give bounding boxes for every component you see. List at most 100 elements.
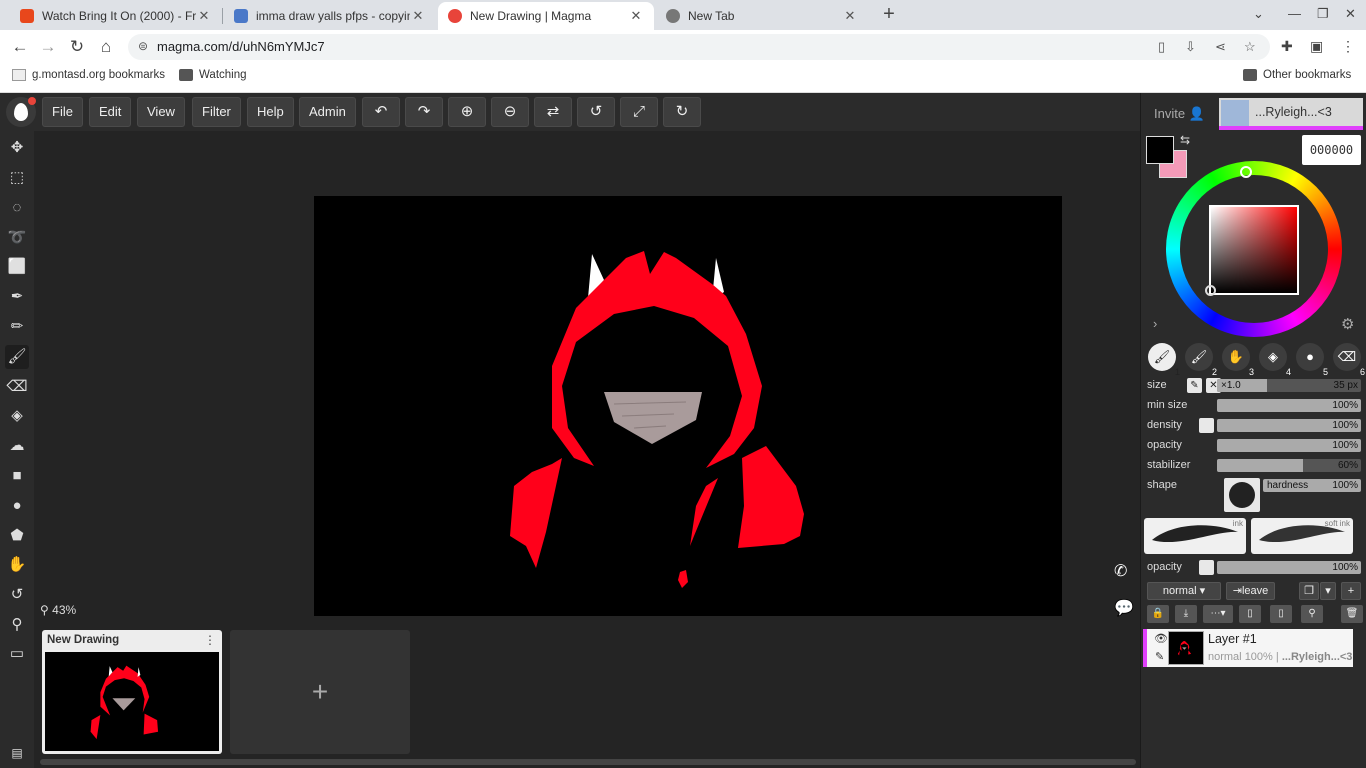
eye-icon[interactable]: 👁 <box>1154 632 1168 645</box>
color-marker[interactable] <box>1205 285 1216 296</box>
browser-menu-icon[interactable]: ⋮ <box>1341 38 1355 55</box>
menu-edit[interactable]: Edit <box>89 97 132 127</box>
pencil-icon[interactable]: ✎ <box>1155 650 1164 663</box>
menu-filter[interactable]: Filter <box>192 97 241 127</box>
hue-marker[interactable] <box>1240 166 1252 178</box>
tab-bring-it-on[interactable]: Watch Bring It On (2000) - Free M ✕ <box>10 2 222 30</box>
other-bookmarks[interactable]: Other bookmarks <box>1243 69 1351 81</box>
brush-shape-preview[interactable] <box>1224 478 1260 512</box>
rectangle-icon[interactable]: ■ <box>5 464 29 488</box>
chat-icon[interactable]: 💬 <box>1114 598 1134 618</box>
flip-icon[interactable]: ⇄ <box>534 97 572 127</box>
stabilizer-slider[interactable]: 60% <box>1217 459 1361 472</box>
canvas-viewport[interactable]: ⚲ 43% ✆ 💬 <box>34 131 1140 629</box>
bookmark-g-montasd[interactable]: g.montasd.org bookmarks <box>12 69 165 81</box>
film-strip-icon[interactable]: ▤ <box>5 741 29 765</box>
clipboard-icon[interactable]: ▯ <box>1239 605 1261 623</box>
add-layer-icon[interactable]: + <box>1341 582 1361 600</box>
bookmark-watching[interactable]: Watching <box>179 69 247 81</box>
trash-icon[interactable]: 🗑 <box>1341 605 1363 623</box>
menu-help[interactable]: Help <box>247 97 294 127</box>
brush-slot-3[interactable]: ✋ 3 <box>1222 343 1254 377</box>
share-icon[interactable]: ⋖ <box>1215 39 1226 55</box>
rotate-left-icon[interactable]: ↺ <box>577 97 615 127</box>
size-slider[interactable]: ×1.0 35 px <box>1217 379 1361 392</box>
transform-icon[interactable]: ⬜ <box>5 255 29 279</box>
hex-color-input[interactable]: 000000 <box>1302 135 1361 165</box>
new-tab-button[interactable]: + <box>878 4 900 26</box>
rotate-view-icon[interactable]: ↺ <box>5 583 29 607</box>
swap-colors-icon[interactable]: ⇆ <box>1180 133 1190 147</box>
minimize-icon[interactable]: — <box>1288 6 1301 21</box>
layer-item[interactable]: 👁 ✎ Layer #1 normal 100% | ...Ryleigh...… <box>1143 629 1353 667</box>
hardness-slider[interactable]: hardness 100% <box>1263 479 1361 492</box>
menu-view[interactable]: View <box>137 97 185 127</box>
extensions-icon[interactable]: ✚ <box>1281 38 1293 55</box>
tab-new-drawing[interactable]: New Drawing | Magma ✕ <box>438 2 654 30</box>
tab-search-icon[interactable]: ⌄ <box>1253 6 1264 22</box>
more-options-icon[interactable]: ⋮ <box>204 633 216 647</box>
read-mode-icon[interactable]: ▯ <box>1158 39 1165 55</box>
add-document-button[interactable]: + <box>230 630 410 754</box>
caret-down-icon[interactable]: ▾ <box>1320 582 1336 600</box>
invite-button[interactable]: Invite 👤 <box>1154 106 1205 122</box>
search-icon[interactable]: ⚲ <box>1301 605 1323 623</box>
export-icon[interactable]: ▯ <box>1270 605 1292 623</box>
move-tool-icon[interactable]: ✥ <box>5 136 29 160</box>
circle-select-icon[interactable]: ◌ <box>5 196 29 220</box>
reload-icon[interactable]: ↻ <box>66 36 88 58</box>
merge-down-icon[interactable]: ⤓ <box>1175 605 1197 623</box>
shape-icon[interactable]: ⬟ <box>5 524 29 548</box>
fullscreen-icon[interactable]: ⤢ <box>620 97 658 127</box>
blend-mode-select[interactable]: normal ▾ <box>1147 582 1221 600</box>
density-slider[interactable]: 100% <box>1217 419 1361 432</box>
opacity-slider[interactable]: 100% <box>1217 439 1361 452</box>
paint-bucket-icon[interactable]: ◈ <box>5 404 29 428</box>
close-icon[interactable]: ✕ <box>410 8 426 24</box>
menu-admin[interactable]: Admin <box>299 97 356 127</box>
ellipse-icon[interactable]: ● <box>5 494 29 518</box>
document-card[interactable]: New Drawing ⋮ <box>42 630 222 754</box>
close-icon[interactable]: ✕ <box>842 8 858 24</box>
side-panel-icon[interactable]: ▣ <box>1310 38 1323 55</box>
zoom-out-icon[interactable]: ⊖ <box>491 97 529 127</box>
brush-slot-2[interactable]: 🖌 2 <box>1185 343 1217 377</box>
brush-slot-5[interactable]: ● 5 <box>1296 343 1328 377</box>
primary-color-swatch[interactable] <box>1146 136 1174 164</box>
brush-slot-6[interactable]: ⌫ 6 <box>1333 343 1365 377</box>
comment-icon[interactable]: ▭ <box>5 642 29 666</box>
restore-icon[interactable]: ❐ <box>1317 6 1329 22</box>
home-icon[interactable]: ⌂ <box>95 36 117 58</box>
rect-select-icon[interactable]: ⬚ <box>5 166 29 190</box>
undo-icon[interactable]: ↶ <box>362 97 400 127</box>
pencil-icon[interactable]: ✏ <box>5 315 29 339</box>
hand-icon[interactable]: ✋ <box>5 553 29 577</box>
forward-icon[interactable]: → <box>37 36 59 58</box>
rotate-right-icon[interactable]: ↻ <box>663 97 701 127</box>
brush-slot-4[interactable]: ◈ 4 <box>1259 343 1291 377</box>
close-icon[interactable]: ✕ <box>196 8 212 24</box>
preset-soft-ink[interactable]: soft ink <box>1251 518 1353 554</box>
preset-ink[interactable]: ink <box>1144 518 1246 554</box>
eraser-icon[interactable]: ⌫ <box>5 375 29 399</box>
zoom-tool-icon[interactable]: ⚲ <box>5 613 29 637</box>
lock-icon[interactable]: 🔒 <box>1147 605 1169 623</box>
tab-new-tab[interactable]: New Tab ✕ <box>656 2 868 30</box>
tab-imma-draw[interactable]: imma draw yalls pfps - copying ! ✕ <box>224 2 436 30</box>
chevron-right-icon[interactable]: › <box>1153 316 1157 331</box>
saturation-value-square[interactable] <box>1209 205 1299 295</box>
url-text[interactable]: magma.com/d/uhN6mYMJc7 <box>157 39 325 54</box>
density-checkbox[interactable] <box>1199 418 1214 433</box>
user-badge[interactable]: ...Ryleigh...<3 <box>1219 98 1363 130</box>
more-icon[interactable]: ⋯▾ <box>1203 605 1233 623</box>
voice-chat-icon[interactable]: ✆ <box>1114 561 1127 581</box>
drawing-canvas[interactable] <box>314 196 1062 616</box>
smudge-icon[interactable]: ☁ <box>5 434 29 458</box>
back-icon[interactable]: ← <box>9 36 31 58</box>
pressure-icon[interactable]: ✎ <box>1187 378 1202 393</box>
site-info-icon[interactable]: ⊜ <box>138 39 148 53</box>
install-app-icon[interactable]: ⇩ <box>1185 39 1196 55</box>
brush-icon[interactable]: 🖌 <box>5 345 29 369</box>
leave-button[interactable]: ⇥leave <box>1226 582 1275 600</box>
redo-icon[interactable]: ↷ <box>405 97 443 127</box>
